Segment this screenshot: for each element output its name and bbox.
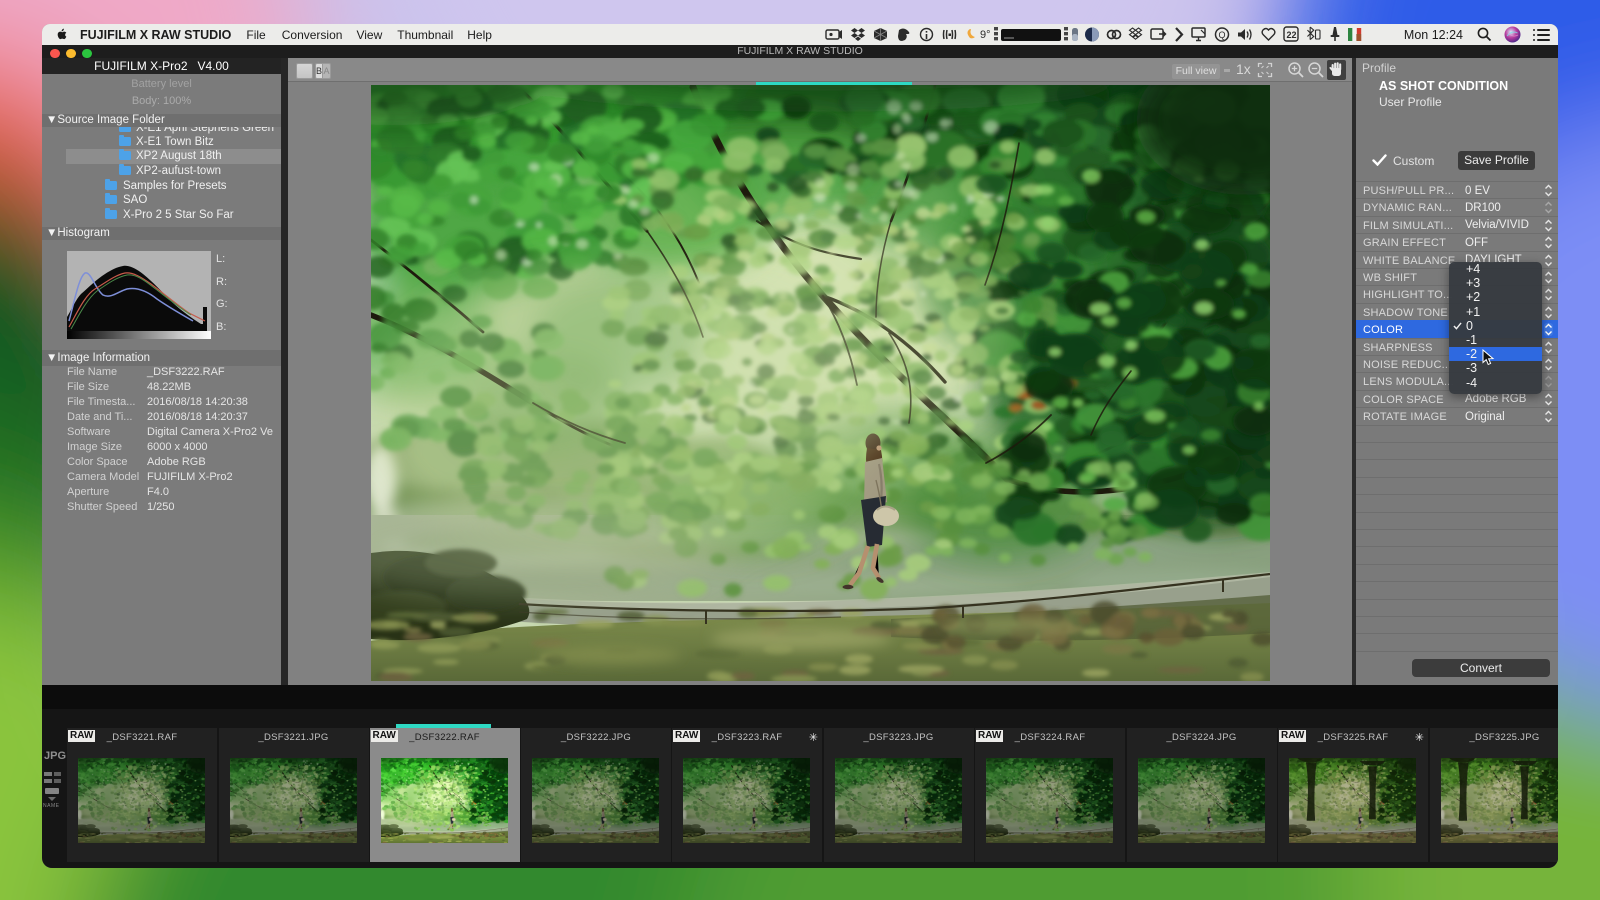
svg-text:Q: Q [1218, 30, 1225, 40]
svg-text:22: 22 [1286, 30, 1296, 40]
svg-text:9°: 9° [980, 29, 991, 41]
